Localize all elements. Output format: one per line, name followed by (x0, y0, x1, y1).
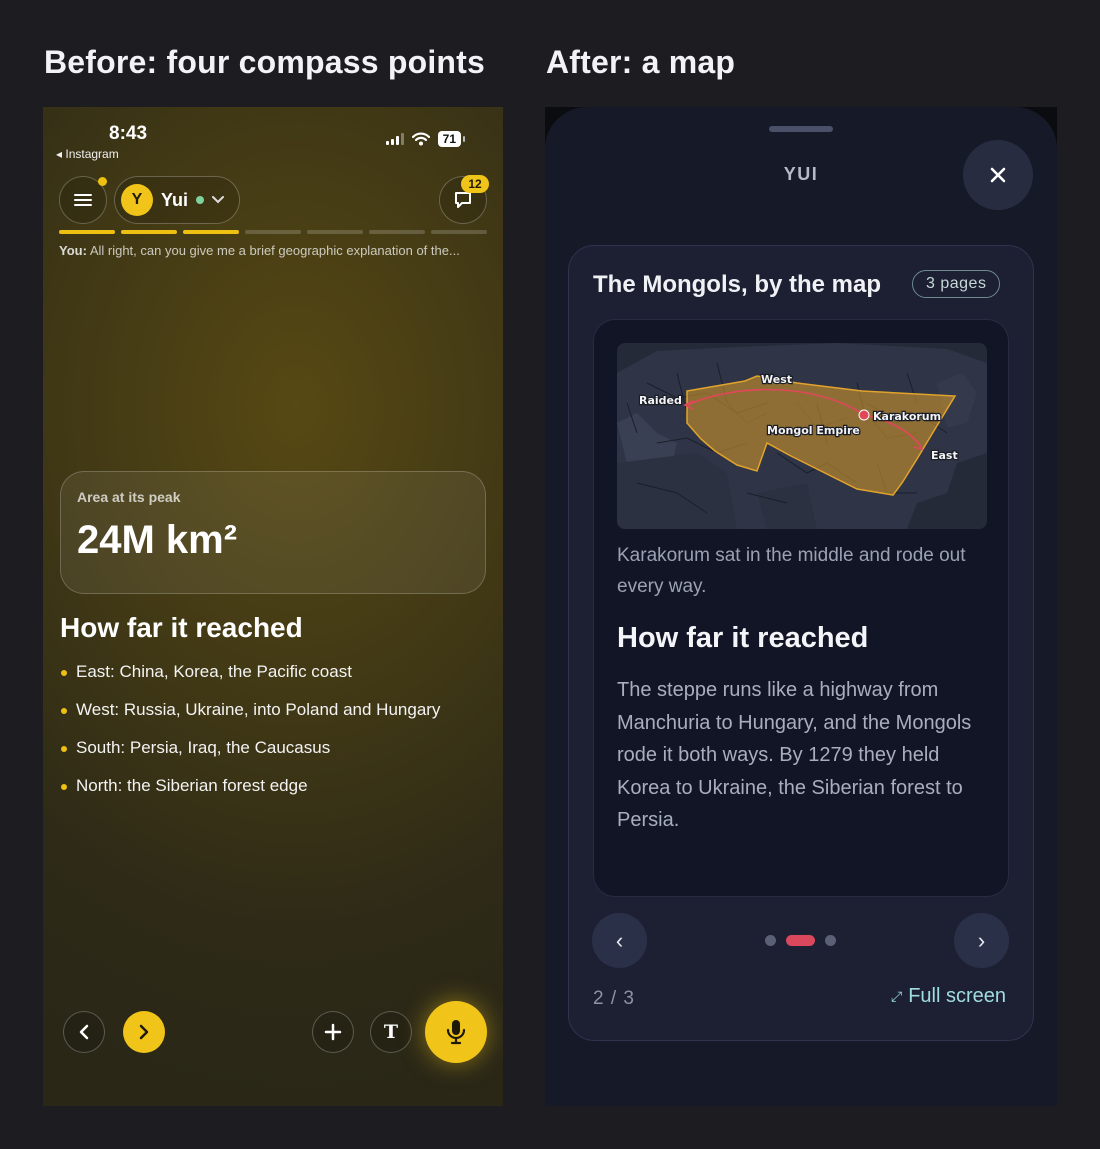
section-title: How far it reached (617, 622, 869, 654)
next-page-button[interactable]: › (954, 913, 1009, 968)
list-item: West: Russia, Ukraine, into Poland and H… (60, 700, 440, 738)
battery-icon: 71 (437, 131, 466, 147)
stat-value: 24M km² (77, 518, 238, 562)
map-label-karakorum: Karakorum (873, 410, 941, 423)
prompt-text: All right, can you give me a brief geogr… (86, 243, 460, 258)
section-body: The steppe runs like a highway from Manc… (617, 679, 972, 831)
progress-segment (245, 230, 301, 234)
map-graphic: West Raided Karakorum Mongol Empire East (617, 343, 987, 529)
plus-icon (324, 1023, 342, 1041)
microphone-icon (446, 1020, 466, 1045)
progress-segment (183, 230, 239, 234)
page-dot[interactable] (825, 935, 836, 946)
progress-segment (59, 230, 115, 234)
microphone-button[interactable] (425, 1001, 487, 1063)
chevron-right-icon: › (977, 927, 986, 953)
expand-icon: ⤢ (891, 988, 903, 1004)
compass-points-list: East: China, Korea, the Pacific coast We… (60, 662, 440, 814)
previous-button[interactable] (63, 1011, 105, 1053)
wifi-icon (411, 132, 430, 146)
back-to-instagram-link[interactable]: ◂ Instagram (56, 147, 119, 161)
map-label-empire: Mongol Empire (767, 424, 860, 437)
list-item: East: China, Korea, the Pacific coast (60, 662, 440, 700)
close-button[interactable] (963, 140, 1033, 210)
section-title: How far it reached (60, 612, 303, 643)
after-heading: After: a map (546, 44, 736, 80)
stat-label: Area at its peak (77, 489, 181, 505)
chevron-down-icon (212, 196, 225, 204)
page-counter: 2 / 3 (593, 988, 635, 1009)
user-prompt-preview: You: All right, can you give me a brief … (59, 243, 489, 258)
progress-segment (431, 230, 487, 234)
next-button[interactable] (123, 1011, 165, 1053)
add-button[interactable] (312, 1011, 354, 1053)
full-screen-label: Full screen (908, 985, 1007, 1007)
mongol-empire-map[interactable]: West Raided Karakorum Mongol Empire East (617, 343, 987, 529)
hamburger-icon (74, 194, 92, 206)
chat-bubble-icon (455, 192, 471, 208)
chevron-left-icon: ‹ (615, 927, 624, 953)
progress-segment (121, 230, 177, 234)
online-indicator (196, 196, 205, 204)
map-card: The Mongols, by the map 3 pages West Rai… (568, 245, 1034, 1041)
card-title: The Mongols, by the map (593, 271, 882, 298)
prompt-prefix: You: (59, 243, 87, 258)
page-dot[interactable] (765, 935, 776, 946)
bottom-sheet: YUI The Mongols, by the map 3 pages West… (545, 107, 1057, 1106)
map-label-west: West (761, 373, 792, 386)
area-stat-card: Area at its peak 24M km² (60, 471, 486, 594)
card-page: West Raided Karakorum Mongol Empire East… (593, 319, 1009, 897)
avatar: Y (121, 184, 153, 216)
sheet-grabber[interactable] (769, 126, 833, 132)
previous-page-button[interactable]: ‹ (592, 913, 647, 968)
full-screen-button[interactable]: ⤢ Full screen (891, 985, 1006, 1008)
user-name: Yui (161, 189, 189, 210)
signal-icon (385, 133, 404, 145)
before-heading: Before: four compass points (44, 44, 486, 80)
notification-dot (98, 177, 107, 186)
status-icons: 71 (385, 131, 466, 147)
before-phone-screen: 8:43 ◂ Instagram 71 Y Yui 12 You: All ri… (43, 107, 503, 1106)
story-progress-bar (59, 230, 487, 234)
status-time: 8:43 (109, 123, 148, 144)
page-indicator (765, 935, 836, 946)
close-icon (990, 167, 1006, 183)
map-label-east: East (931, 449, 958, 462)
list-item: North: the Siberian forest edge (60, 776, 440, 814)
chevron-right-icon (139, 1024, 149, 1040)
chat-count-badge: 12 (461, 175, 489, 193)
pages-badge: 3 pages (912, 270, 1001, 298)
map-caption: Karakorum sat in the middle and rode out… (617, 545, 966, 597)
page-dot[interactable] (786, 935, 815, 946)
progress-segment (369, 230, 425, 234)
list-item: South: Persia, Iraq, the Caucasus (60, 738, 440, 776)
text-input-button[interactable]: T (370, 1011, 412, 1053)
user-switcher[interactable]: Y Yui (114, 176, 240, 224)
chevron-left-icon (79, 1024, 89, 1040)
map-label-raided: Raided (639, 394, 682, 407)
after-phone-screen: YUI The Mongols, by the map 3 pages West… (545, 107, 1057, 1106)
progress-segment (307, 230, 363, 234)
